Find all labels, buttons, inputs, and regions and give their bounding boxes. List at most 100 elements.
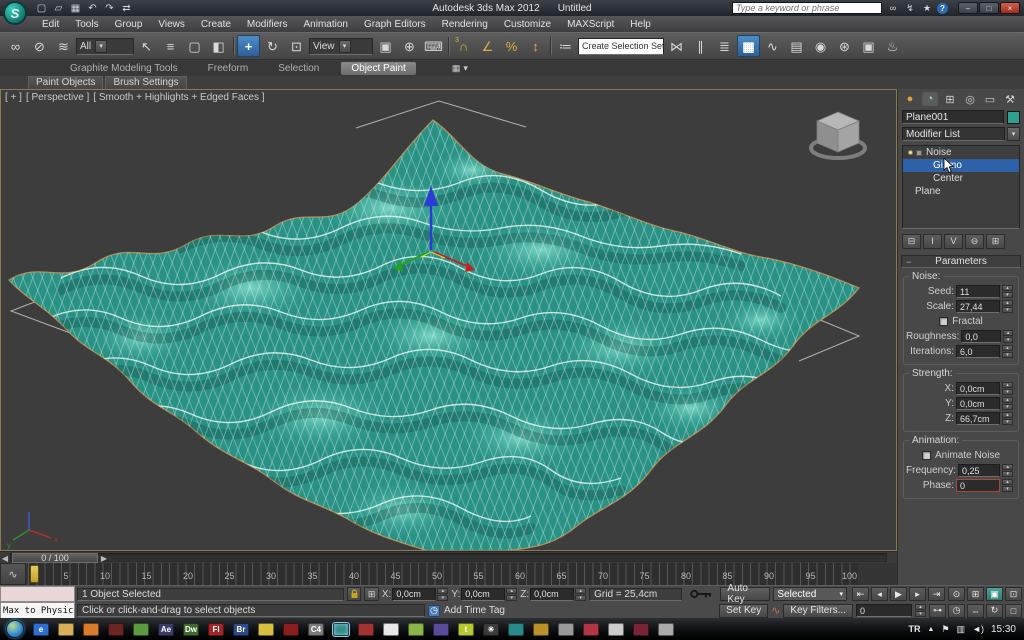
taskbar-icon-red-app[interactable] <box>358 623 374 636</box>
taskbar-icon-tool-app[interactable] <box>558 623 574 636</box>
set-keys-key-icon[interactable] <box>689 588 714 600</box>
edit-named-selection-sets-icon[interactable]: ≔ <box>554 35 577 57</box>
menu-item[interactable]: Group <box>107 19 151 30</box>
action-center-flag-icon[interactable]: ⚑ <box>941 624 949 635</box>
taskbar-icon-3ds-max[interactable] <box>333 623 349 636</box>
select-and-manipulate-icon[interactable]: ⊕ <box>398 35 421 57</box>
undo-icon[interactable]: ↶ <box>85 2 100 15</box>
rendered-frame-icon[interactable]: ▣ <box>857 35 880 57</box>
taskbar-icon-silver-app[interactable] <box>658 623 674 636</box>
start-button[interactable] <box>6 620 24 638</box>
seed-field[interactable]: 11 <box>956 285 1000 298</box>
favorites-icon[interactable]: ★ <box>920 2 934 14</box>
taskbar-icon-gold-game[interactable] <box>533 623 549 636</box>
menu-item[interactable]: Customize <box>496 19 559 30</box>
stack-item-center[interactable]: Center <box>903 172 1019 185</box>
panel-tab-motion[interactable]: ◎ <box>961 91 979 107</box>
taskbar-icon-dreamweaver[interactable]: Dw <box>183 623 199 636</box>
workspace-switch-icon[interactable]: ⇄ <box>119 2 134 15</box>
chevron-down-icon[interactable]: ▾ <box>1007 127 1020 141</box>
mirror-icon[interactable]: ⋈ <box>665 35 688 57</box>
align-icon[interactable]: ∥ <box>689 35 712 57</box>
transform-x-spinner[interactable]: ▴▾ <box>437 588 448 601</box>
maximize-button[interactable]: □ <box>979 2 999 14</box>
menu-item[interactable]: Rendering <box>434 19 496 30</box>
ribbon-tab-freeform[interactable]: Freeform <box>200 63 257 74</box>
go-to-start-button[interactable]: ⇤ <box>852 587 869 601</box>
taskbar-icon-explorer[interactable] <box>58 623 74 636</box>
menu-item[interactable]: Help <box>622 19 659 30</box>
unlink-selection-icon[interactable]: ⊘ <box>28 35 51 57</box>
configure-modifier-sets-icon[interactable]: ⊞ <box>986 234 1005 249</box>
frequency-spinner[interactable]: ▴▾ <box>1002 464 1013 477</box>
open-file-icon[interactable]: ▱ <box>51 2 66 15</box>
select-and-link-icon[interactable]: ∞ <box>4 35 27 57</box>
maxscript-mini-listener[interactable]: Max to Physic. <box>0 602 75 619</box>
menu-item[interactable]: Edit <box>34 19 67 30</box>
panel-tab-paint-objects[interactable]: Paint Objects <box>28 76 103 89</box>
volume-icon[interactable]: ◄) <box>972 624 984 634</box>
scale-field[interactable]: 27,44 <box>956 300 1000 313</box>
remove-modifier-icon[interactable]: ⊖ <box>965 234 984 249</box>
mini-curve-editor-button[interactable]: ∿ <box>0 563 26 585</box>
taskbar-icon-badge-game[interactable] <box>583 623 599 636</box>
taskbar-icon-ie[interactable]: e <box>33 623 49 636</box>
window-crossing-icon[interactable]: ◧ <box>207 35 230 57</box>
viewport-menu-shading[interactable]: [ Smooth + Highlights + Edged Faces ] <box>93 92 264 103</box>
menu-item[interactable]: Views <box>150 19 193 30</box>
material-editor-icon[interactable]: ◉ <box>809 35 832 57</box>
zoom-extents-all-icon[interactable]: ⊡ <box>1005 587 1022 601</box>
show-end-result-icon[interactable]: I <box>923 234 942 249</box>
select-and-rotate-icon[interactable]: ↻ <box>261 35 284 57</box>
curve-editor-icon[interactable]: ∿ <box>761 35 784 57</box>
tray-expand-icon[interactable]: ▲ <box>928 626 935 633</box>
iterations-spinner[interactable]: ▴▾ <box>1002 345 1013 358</box>
minimize-button[interactable]: – <box>958 2 978 14</box>
maximize-viewport-icon[interactable]: □ <box>1005 604 1022 618</box>
communication-center-icon[interactable]: ↯ <box>903 2 917 14</box>
taskbar-icon-bridge[interactable]: Br <box>233 623 249 636</box>
panel-tab-hierarchy[interactable]: ⊞ <box>941 91 959 107</box>
selection-filter-dropdown[interactable]: All▾ <box>76 38 134 55</box>
panel-tab-utilities[interactable]: ⚒ <box>1001 91 1019 107</box>
taskbar-icon-flash[interactable]: Fl <box>208 623 224 636</box>
add-time-tag[interactable]: ◷ Add Time Tag <box>428 605 505 617</box>
iterations-field[interactable]: 6,0 <box>956 345 1000 358</box>
layer-manager-icon[interactable]: ≣ <box>713 35 736 57</box>
keyboard-override-icon[interactable]: ⌨ <box>422 35 445 57</box>
taskbar-icon-tweetdeck[interactable]: t <box>458 623 474 636</box>
absolute-offset-toggle-icon[interactable]: ⊞ <box>364 587 378 601</box>
track-bar-ruler[interactable]: 5101520253035404550556065707580859095100 <box>28 563 858 585</box>
menu-item[interactable]: Modifiers <box>239 19 296 30</box>
next-frame-button[interactable]: ▸ <box>909 587 926 601</box>
visibility-bulb-icon[interactable] <box>908 150 913 155</box>
previous-frame-button[interactable]: ◂ <box>871 587 888 601</box>
taskbar-icon-darkred-game[interactable] <box>633 623 649 636</box>
play-button[interactable]: ▶ <box>890 587 907 601</box>
taskbar-icon-teal-game[interactable] <box>508 623 524 636</box>
transform-y-field[interactable]: 0,0cm <box>461 588 505 601</box>
search-icon[interactable]: ∞ <box>886 2 900 14</box>
snaps-toggle-icon[interactable]: ∩3 <box>452 35 475 57</box>
time-configuration-icon[interactable]: ◷ <box>948 604 965 618</box>
set-key-button[interactable]: Set Key <box>719 604 768 618</box>
select-and-move-icon[interactable]: + <box>237 35 260 57</box>
taskbar-icon-chrome[interactable] <box>258 623 274 636</box>
graphite-ribbon-toggle-icon[interactable]: ▦ <box>737 35 760 57</box>
scale-spinner[interactable]: ▴▾ <box>1002 300 1013 313</box>
modifier-list-dropdown[interactable]: Modifier List <box>902 127 1005 141</box>
roughness-field[interactable]: 0,0 <box>961 330 1001 343</box>
zoom-icon[interactable]: ⊙ <box>948 587 965 601</box>
object-color-swatch[interactable] <box>1007 111 1020 124</box>
menu-item[interactable]: MAXScript <box>559 19 622 30</box>
select-object-icon[interactable]: ↖ <box>135 35 158 57</box>
transform-z-field[interactable]: 0,0cm <box>530 588 574 601</box>
app-logo[interactable]: S <box>3 1 27 25</box>
strength-x-field[interactable]: 0,0cm <box>956 382 1000 395</box>
seed-spinner[interactable]: ▴▾ <box>1002 285 1013 298</box>
bind-to-space-warp-icon[interactable]: ≋ <box>52 35 75 57</box>
ribbon-overflow-icon[interactable]: ▦▾ <box>452 63 468 74</box>
taskbar-icon-photo-app[interactable] <box>133 623 149 636</box>
percent-snap-icon[interactable]: % <box>500 35 523 57</box>
taskbar-icon-snowflake-app[interactable]: ✳ <box>483 623 499 636</box>
